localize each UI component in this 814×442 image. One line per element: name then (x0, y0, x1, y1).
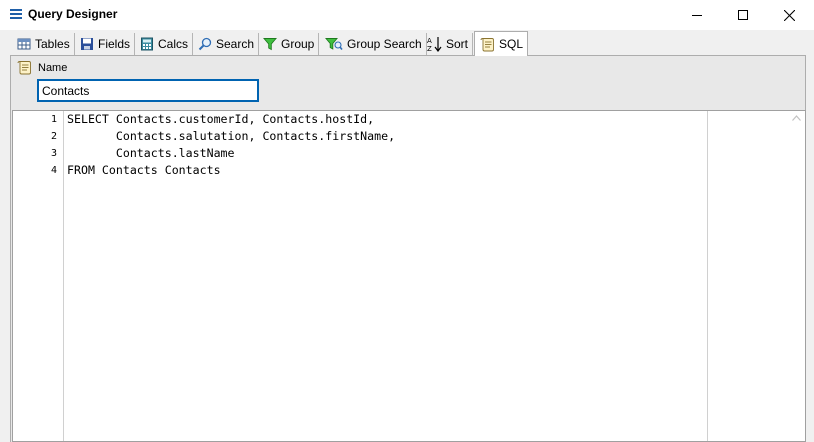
tab-search-label: Search (216, 37, 255, 51)
maximize-icon (738, 10, 748, 20)
code-line[interactable]: Contacts.salutation, Contacts.firstName, (67, 129, 395, 143)
sql-editor[interactable]: 1 2 3 4 SELECT Contacts.customerId, Cont… (12, 110, 806, 442)
query-designer-window: Query Designer Tables Fields Calcs Searc… (0, 0, 814, 442)
tab-calcs[interactable]: Calcs (135, 33, 194, 55)
window-title: Query Designer (28, 7, 118, 21)
close-button[interactable] (766, 0, 812, 30)
line-number: 3 (50, 148, 57, 159)
tab-search[interactable]: Search (193, 33, 260, 55)
tab-sql-label: SQL (499, 37, 524, 51)
sql-script-icon (480, 37, 494, 51)
calculator-icon (141, 37, 153, 51)
code-line[interactable]: Contacts.lastName (67, 146, 235, 160)
tab-fields[interactable]: Fields (75, 33, 136, 55)
tab-calcs-label: Calcs (158, 37, 189, 51)
code-line[interactable]: SELECT Contacts.customerId, Contacts.hos… (67, 112, 374, 126)
scroll-up-arrow-icon[interactable] (792, 115, 801, 121)
table-icon (17, 38, 31, 50)
svg-text:Z: Z (427, 45, 432, 52)
line-number: 1 (50, 114, 57, 125)
maximize-button[interactable] (720, 0, 766, 30)
minimize-button[interactable] (674, 0, 720, 30)
tab-group-label: Group (281, 37, 315, 51)
sort-az-icon: A Z (427, 37, 442, 52)
code-line[interactable]: FROM Contacts Contacts (67, 163, 221, 177)
tab-sort-label: Sort (446, 37, 469, 51)
sql-script-icon (17, 61, 31, 75)
funnel-icon (263, 38, 277, 51)
floppy-disk-icon (81, 38, 93, 50)
line-number: 4 (50, 165, 57, 176)
vertical-scrollbar[interactable] (788, 111, 805, 441)
tab-sql[interactable]: SQL (474, 31, 529, 56)
tab-tables[interactable]: Tables (12, 33, 75, 55)
query-name-input[interactable] (37, 79, 259, 102)
menu-lines-icon[interactable] (10, 8, 22, 20)
tab-group-search[interactable]: Group Search (320, 33, 427, 55)
tab-tables-label: Tables (35, 37, 70, 51)
line-number-gutter: 1 2 3 4 (13, 111, 64, 441)
tab-sort[interactable]: A Z Sort (421, 33, 474, 55)
funnel-magnifier-icon (325, 38, 343, 50)
tab-fields-label: Fields (98, 37, 131, 51)
magnifier-icon (198, 37, 212, 51)
svg-text:A: A (427, 37, 432, 45)
line-number: 2 (50, 131, 57, 142)
minimize-icon (692, 15, 702, 16)
right-margin-guide (707, 111, 708, 441)
close-icon (783, 9, 795, 21)
tab-group[interactable]: Group (258, 33, 320, 55)
tab-group-search-label: Group Search (347, 37, 422, 51)
name-label: Name (38, 62, 68, 74)
title-bar[interactable]: Query Designer (0, 0, 814, 30)
